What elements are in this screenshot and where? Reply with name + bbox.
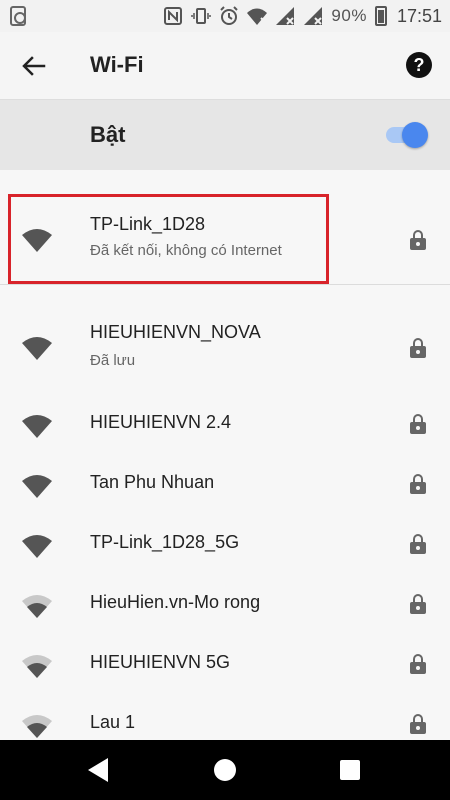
wifi-status-icon	[247, 8, 268, 25]
status-bar: 90% 17:51	[0, 0, 450, 32]
app-bar: Wi-Fi ?	[0, 32, 450, 100]
nfc-icon	[164, 7, 183, 25]
network-list: TP-Link_1D28 Đã kết nối, không có Intern…	[0, 170, 450, 740]
wifi-toggle-row[interactable]: Bật	[0, 100, 450, 170]
network-item[interactable]: HIEUHIENVN_NOVA Đã lưu	[0, 310, 450, 380]
battery-percent: 90%	[331, 6, 367, 25]
wifi-signal-weak-icon	[22, 595, 52, 618]
network-name: HIEUHIENVN 5G	[90, 652, 231, 672]
wifi-signal-full-icon	[22, 415, 52, 438]
screenshot-notification-icon	[10, 6, 26, 26]
nav-home-icon[interactable]	[214, 759, 236, 781]
signal-icon-2	[304, 7, 323, 25]
vibrate-icon	[191, 8, 212, 24]
network-status: Đã lưu	[90, 352, 136, 369]
back-arrow-icon[interactable]	[20, 52, 48, 80]
network-name: Tan Phu Nhuan	[90, 472, 215, 492]
lock-icon	[410, 654, 426, 674]
wifi-signal-full-icon	[22, 475, 52, 498]
lock-icon	[410, 338, 426, 358]
navigation-bar	[0, 740, 450, 800]
lock-icon	[410, 594, 426, 614]
wifi-signal-full-icon	[22, 337, 52, 360]
network-item[interactable]: TP-Link_1D28_5G	[0, 520, 450, 570]
network-name: HIEUHIENVN_NOVA	[90, 322, 261, 342]
lock-icon	[410, 534, 426, 554]
network-name: HIEUHIENVN 2.4	[90, 412, 232, 432]
wifi-signal-weak-icon	[22, 655, 52, 678]
page-title: Wi-Fi	[90, 52, 144, 77]
network-name: Lau 1	[90, 712, 136, 732]
nav-recents-icon[interactable]	[340, 760, 360, 780]
signal-icon	[276, 7, 295, 25]
status-icons: 90% 17:51	[163, 4, 442, 28]
wifi-switch[interactable]	[386, 122, 428, 148]
wifi-signal-full-icon	[22, 535, 52, 558]
highlight-box	[8, 194, 329, 284]
wifi-signal-weak-icon	[22, 715, 52, 738]
network-name: TP-Link_1D28_5G	[90, 532, 240, 552]
alarm-icon	[220, 6, 239, 25]
network-name: HieuHien.vn-Mo rong	[90, 592, 261, 612]
clock: 17:51	[396, 5, 442, 26]
network-item[interactable]: HIEUHIENVN 2.4	[0, 400, 450, 450]
lock-icon	[410, 474, 426, 494]
network-item[interactable]: Tan Phu Nhuan	[0, 460, 450, 510]
lock-icon	[410, 230, 426, 250]
network-item[interactable]: Lau 1	[0, 700, 450, 740]
nav-back-icon[interactable]	[88, 758, 108, 782]
battery-icon	[374, 6, 387, 26]
network-item[interactable]: HIEUHIENVN 5G	[0, 640, 450, 690]
network-item[interactable]: HieuHien.vn-Mo rong	[0, 580, 450, 630]
switch-thumb	[402, 122, 428, 148]
divider	[0, 284, 450, 285]
wifi-toggle-label: Bật	[90, 122, 126, 147]
lock-icon	[410, 414, 426, 434]
lock-icon	[410, 714, 426, 734]
help-icon[interactable]: ?	[406, 52, 432, 78]
